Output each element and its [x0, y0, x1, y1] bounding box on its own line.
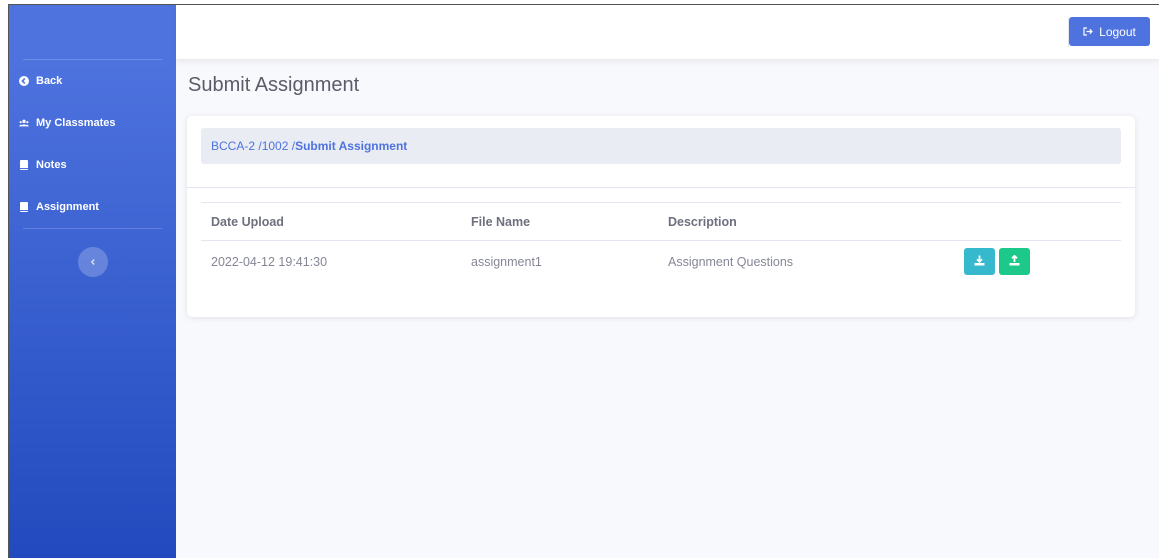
- users-icon: [19, 118, 29, 128]
- logout-label: Logout: [1099, 24, 1136, 39]
- arrow-circle-left-icon: [19, 76, 29, 86]
- breadcrumb-item-subject[interactable]: 1002 /: [262, 139, 295, 153]
- column-header-description: Description: [668, 214, 737, 229]
- sidebar-toggle-wrap: [9, 229, 176, 277]
- sidebar-item-notes[interactable]: Notes: [9, 144, 176, 186]
- row-actions: [964, 248, 1121, 276]
- assignment-card: BCCA-2 / 1002 / Submit Assignment Date U…: [187, 116, 1135, 317]
- chevron-left-icon: [89, 255, 97, 269]
- app-frame: Back My Classmates Notes Assignment Logo…: [8, 4, 1159, 558]
- sidebar-item-label: Assignment: [36, 201, 99, 213]
- sidebar-item-back[interactable]: Back: [9, 60, 176, 102]
- breadcrumb-item-active: Submit Assignment: [295, 139, 408, 153]
- book-icon: [19, 160, 29, 170]
- column-header-file-name: File Name: [471, 214, 531, 229]
- sidebar-brand: [9, 5, 176, 59]
- sidebar-item-label: My Classmates: [36, 117, 116, 129]
- download-button[interactable]: [964, 248, 995, 276]
- logout-button[interactable]: Logout: [1069, 17, 1150, 46]
- sidebar: Back My Classmates Notes Assignment: [9, 5, 176, 558]
- assignment-table: Date Upload File Name Description 2022-0…: [201, 202, 1121, 283]
- card-header: BCCA-2 / 1002 / Submit Assignment: [187, 116, 1135, 188]
- upload-icon: [1009, 254, 1020, 269]
- sign-out-icon: [1083, 25, 1093, 39]
- cell-date-upload: 2022-04-12 19:41:30: [211, 254, 328, 269]
- sidebar-item-label: Back: [36, 75, 63, 87]
- cell-actions: [954, 241, 1121, 283]
- upload-button[interactable]: [999, 248, 1030, 276]
- column-header-date-upload: Date Upload: [211, 214, 284, 229]
- sidebar-toggle-button[interactable]: [77, 247, 108, 277]
- column-header-actions: [954, 203, 1121, 241]
- book-icon: [19, 202, 29, 212]
- download-icon: [974, 254, 985, 269]
- breadcrumb: BCCA-2 / 1002 / Submit Assignment: [201, 128, 1121, 164]
- table-row: 2022-04-12 19:41:30 assignment1 Assignme…: [201, 241, 1121, 283]
- sidebar-item-my-classmates[interactable]: My Classmates: [9, 102, 176, 144]
- sidebar-item-label: Notes: [36, 159, 67, 171]
- table-header-row: Date Upload File Name Description: [201, 202, 1121, 241]
- breadcrumb-item-class[interactable]: BCCA-2 /: [211, 139, 262, 153]
- card-body: Date Upload File Name Description 2022-0…: [187, 188, 1135, 283]
- cell-description: Assignment Questions: [668, 254, 794, 269]
- sidebar-item-assignment[interactable]: Assignment: [9, 186, 176, 228]
- topbar: Logout: [176, 5, 1159, 59]
- cell-file-name: assignment1: [471, 254, 542, 269]
- page-title: Submit Assignment: [188, 74, 360, 96]
